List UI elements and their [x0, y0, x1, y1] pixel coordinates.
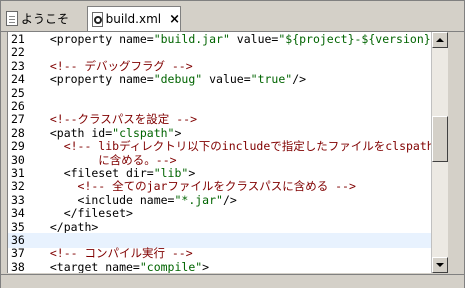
- line-text: <fileset dir="lib">: [36, 166, 196, 180]
- tab-bar: ようこそ build.xml ×: [1, 1, 464, 32]
- code-editor[interactable]: 21 <property name="build.jar" value="${p…: [7, 32, 432, 273]
- line-text: <target name="compile">: [36, 259, 210, 273]
- xml-file-icon: [92, 11, 103, 27]
- editor-window: ようこそ build.xml × 21 <property name="buil…: [0, 0, 465, 288]
- tab-welcome-label: ようこそ: [21, 11, 70, 26]
- tab-welcome[interactable]: ようこそ: [2, 6, 82, 30]
- scrollbar-thumb[interactable]: [432, 116, 448, 162]
- line-text: <!-- デバッグフラグ -->: [36, 58, 193, 73]
- line-text: <property name="debug" value="true"/>: [36, 72, 307, 87]
- close-icon[interactable]: ×: [169, 12, 180, 27]
- vertical-scrollbar[interactable]: [431, 32, 448, 273]
- arrow-down-icon: [436, 263, 444, 267]
- line-text: <!--クラスパスを設定 -->: [36, 112, 198, 127]
- line-text: <!-- コンパイル実行 -->: [36, 246, 193, 261]
- tab-build-xml-label: build.xml: [105, 12, 162, 26]
- line-text: <!-- libディレクトリ以下のincludeで指定したファイルをclspat…: [36, 139, 432, 154]
- document-icon: [6, 10, 18, 26]
- line-text: <!-- 全てのjarファイルをクラスパスに含める -->: [36, 179, 356, 194]
- line-text: </path>: [36, 219, 99, 234]
- line-text: <path id="clspath">: [36, 125, 182, 140]
- line-number: 38: [11, 259, 25, 273]
- scroll-up-button[interactable]: [432, 32, 448, 48]
- tab-build-xml[interactable]: build.xml ×: [87, 6, 181, 31]
- line-text: <include name="*.jar"/>: [36, 192, 237, 207]
- scroll-down-button[interactable]: [432, 257, 448, 273]
- status-strip: [1, 274, 464, 288]
- arrow-up-icon: [436, 38, 444, 42]
- code-line[interactable]: 38 <target name="compile">: [8, 260, 432, 273]
- line-text: に含める。-->: [36, 152, 177, 167]
- line-text: <property name="build.jar" value="${proj…: [36, 32, 432, 46]
- line-text: </fileset>: [36, 206, 133, 221]
